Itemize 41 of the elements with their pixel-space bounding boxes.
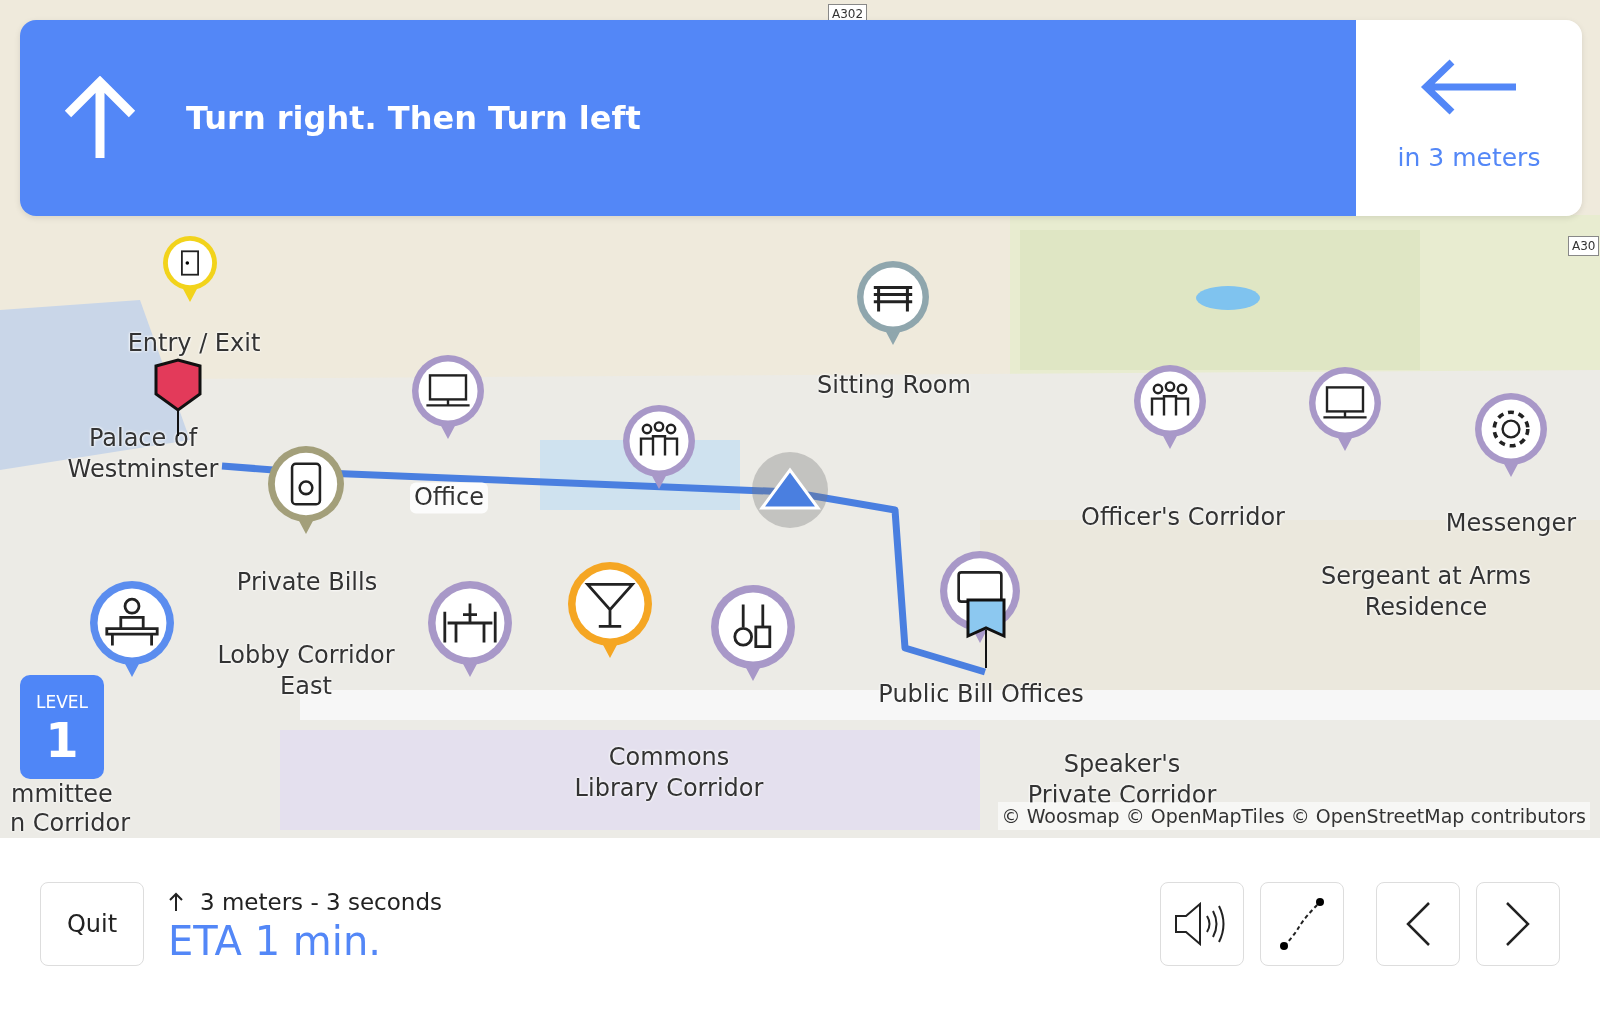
map-label: Officer's Corridor xyxy=(1081,502,1285,534)
road-sign: A30 xyxy=(1568,236,1600,256)
sound-button[interactable] xyxy=(1160,882,1244,966)
map-label: Messenger xyxy=(1445,508,1577,540)
map-label: Private Bills xyxy=(236,567,378,599)
map-pin[interactable] xyxy=(709,583,797,683)
chevron-right-icon xyxy=(1505,901,1531,947)
map-label: Palace of Westminster xyxy=(66,422,220,485)
map-label: Sergeant at Arms Residence xyxy=(1320,560,1532,623)
map-label: n Corridor xyxy=(10,808,130,838)
chevron-left-icon xyxy=(1405,901,1431,947)
destination-marker-icon xyxy=(966,598,1006,669)
left-arrow-icon xyxy=(1420,59,1518,116)
map-pin[interactable] xyxy=(1132,363,1208,451)
up-arrow-icon xyxy=(168,892,184,912)
map-pin[interactable] xyxy=(426,579,514,679)
map-pin[interactable] xyxy=(566,560,654,660)
user-location-icon xyxy=(752,452,828,528)
map-label: mmittee xyxy=(11,779,113,811)
eta-text: ETA 1 min. xyxy=(168,919,382,964)
step-distance-time: 3 meters - 3 seconds xyxy=(200,887,442,917)
map-pin[interactable] xyxy=(621,403,697,491)
map-pin[interactable] xyxy=(266,444,346,536)
up-arrow-icon xyxy=(62,76,138,160)
map-pin[interactable] xyxy=(1473,391,1549,479)
map-pin[interactable] xyxy=(161,234,219,304)
instruction-text: Turn right. Then Turn left xyxy=(186,98,641,139)
map-pin[interactable] xyxy=(855,259,931,347)
map-pin[interactable] xyxy=(88,579,176,679)
next-turn-distance: in 3 meters xyxy=(1397,142,1541,175)
map-label: Commons Library Corridor xyxy=(573,741,765,804)
route-icon xyxy=(1279,897,1325,951)
map-label: Lobby Corridor East xyxy=(216,639,396,702)
map-label: Office xyxy=(409,482,489,514)
map-label: Entry / Exit xyxy=(127,328,261,360)
map-pin[interactable] xyxy=(410,353,486,441)
quit-button[interactable]: Quit xyxy=(40,882,144,966)
map-label: Sitting Room xyxy=(817,370,971,402)
map-label: Public Bill Offices xyxy=(878,679,1084,711)
map-pin[interactable] xyxy=(1307,365,1383,453)
route-overview-button[interactable] xyxy=(1260,882,1344,966)
